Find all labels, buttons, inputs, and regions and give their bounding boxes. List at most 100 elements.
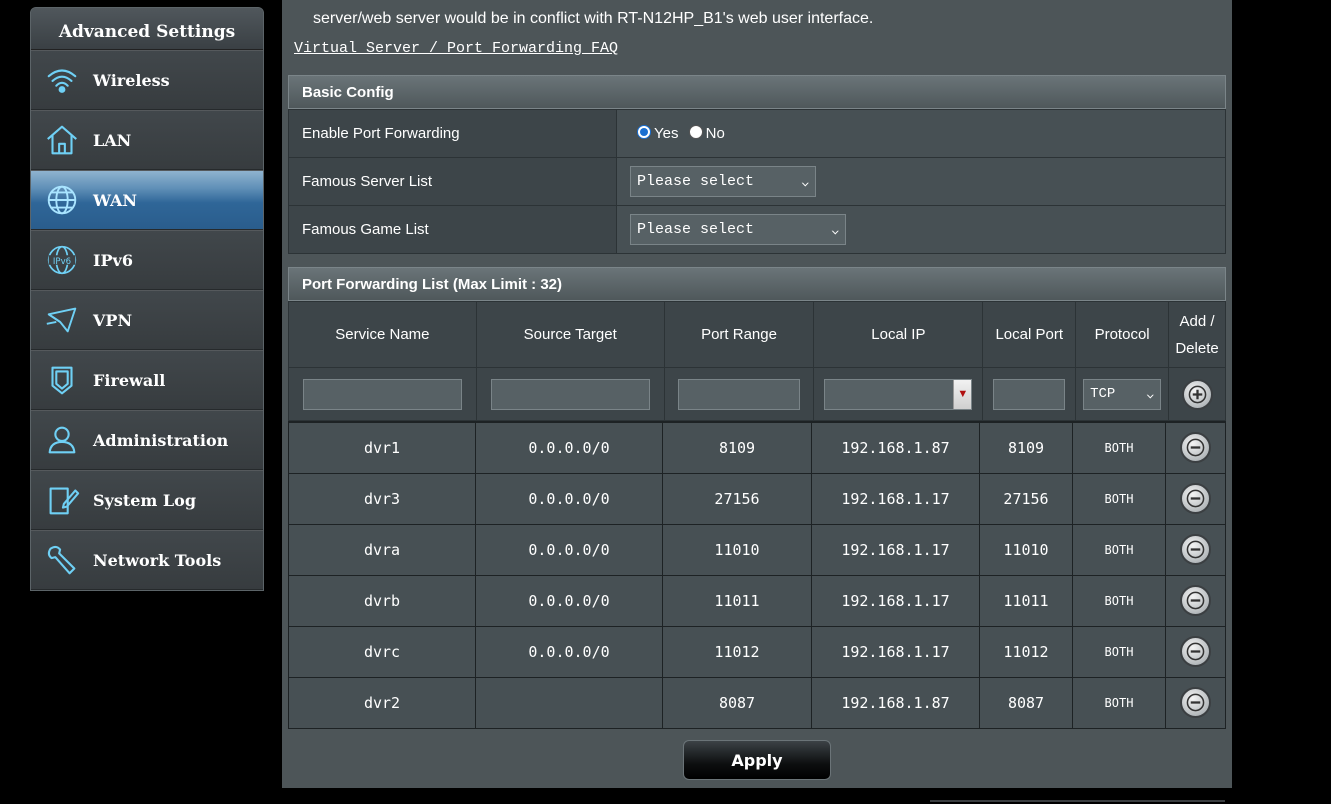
- cell-source-target: 0.0.0.0/0: [475, 472, 663, 525]
- table-row: dvr2 8087 192.168.1.87 8087 BOTH: [288, 676, 1226, 729]
- yes-label: Yes: [654, 125, 679, 142]
- delete-entry-button[interactable]: [1180, 432, 1211, 464]
- header-add-delete: Add / Delete: [1168, 301, 1226, 368]
- chevron-down-icon: ⌄: [831, 224, 841, 237]
- table-row: dvrb 0.0.0.0/0 11011 192.168.1.17 11011 …: [288, 574, 1226, 627]
- cell-protocol: BOTH: [1072, 523, 1166, 576]
- cell-protocol: BOTH: [1072, 421, 1166, 474]
- minus-icon: [1186, 489, 1205, 508]
- protocol-select[interactable]: TCP ⌄: [1083, 378, 1162, 410]
- cell-service-name: dvra: [288, 523, 476, 576]
- sidebar-item-network-tools[interactable]: Network Tools: [31, 530, 263, 590]
- cell-local-port: 8109: [979, 421, 1073, 474]
- sidebar-item-label: Network Tools: [93, 550, 222, 570]
- sidebar-item-label: VPN: [93, 310, 133, 330]
- cell-protocol: BOTH: [1072, 676, 1166, 729]
- dropdown-arrow-icon[interactable]: ▼: [953, 379, 972, 409]
- sidebar-item-lan[interactable]: LAN: [31, 110, 263, 170]
- delete-entry-button[interactable]: [1180, 636, 1211, 667]
- basic-config-section: Basic Config Enable Port Forwarding Yes …: [288, 75, 1226, 254]
- port-forwarding-rows: dvr1 0.0.0.0/0 8109 192.168.1.87 8109 BO…: [288, 421, 1226, 729]
- famous-server-list-label: Famous Server List: [288, 157, 617, 206]
- apply-button[interactable]: Apply: [683, 740, 831, 780]
- cell-source-target: 0.0.0.0/0: [475, 523, 663, 576]
- local-ip-input[interactable]: ▼: [824, 378, 973, 410]
- cell-service-name: dvr1: [288, 421, 476, 474]
- sidebar-item-ipv6[interactable]: IPv6 IPv6: [31, 230, 263, 290]
- add-entry-button[interactable]: [1181, 378, 1213, 410]
- source-target-input[interactable]: [490, 378, 650, 410]
- minus-icon: [1186, 438, 1205, 457]
- header-add-delete-line2: Delete: [1175, 339, 1219, 357]
- sidebar-item-label: WAN: [93, 190, 137, 210]
- no-label: No: [705, 125, 725, 142]
- sidebar-item-system-log[interactable]: System Log: [31, 470, 263, 530]
- cell-port-range: 27156: [662, 472, 812, 525]
- sidebar-item-wan[interactable]: WAN: [31, 170, 263, 230]
- cell-source-target: [475, 676, 663, 729]
- port-range-input[interactable]: [678, 378, 801, 410]
- cell-local-ip: 192.168.1.17: [811, 625, 980, 678]
- cell-port-range: 8087: [662, 676, 812, 729]
- header-service-name: Service Name: [288, 301, 477, 368]
- sidebar-item-firewall[interactable]: Firewall: [31, 350, 263, 410]
- delete-entry-button[interactable]: [1180, 585, 1211, 616]
- sidebar-item-administration[interactable]: Administration: [31, 410, 263, 470]
- ipv6-globe-icon: IPv6: [31, 230, 93, 290]
- minus-icon: [1186, 693, 1205, 712]
- basic-config-table: Enable Port Forwarding Yes No Famous Ser…: [288, 109, 1226, 254]
- header-protocol: Protocol: [1075, 301, 1170, 368]
- vpn-icon: [31, 290, 93, 350]
- delete-entry-button[interactable]: [1180, 483, 1211, 514]
- faq-link[interactable]: Virtual Server / Port Forwarding FAQ: [294, 40, 618, 57]
- cell-protocol: BOTH: [1072, 625, 1166, 678]
- shield-icon: [31, 350, 93, 410]
- delete-entry-button[interactable]: [1180, 534, 1211, 565]
- cell-protocol: BOTH: [1072, 472, 1166, 525]
- table-row: dvra 0.0.0.0/0 11010 192.168.1.17 11010 …: [288, 523, 1226, 576]
- enable-yes-radio[interactable]: [637, 125, 651, 139]
- port-forwarding-header-table: Service Name Source Target Port Range Lo…: [288, 301, 1226, 421]
- main-content-panel: server/web server would be in conflict w…: [282, 0, 1232, 788]
- cell-protocol: BOTH: [1072, 574, 1166, 627]
- sidebar-item-label: Administration: [93, 430, 229, 450]
- cell-service-name: dvr2: [288, 676, 476, 729]
- service-name-input[interactable]: [302, 378, 462, 410]
- svg-text:IPv6: IPv6: [53, 257, 71, 267]
- cell-port-range: 11011: [662, 574, 812, 627]
- globe-icon: [31, 170, 93, 230]
- description-text: server/web server would be in conflict w…: [313, 10, 874, 27]
- cell-port-range: 8109: [662, 421, 812, 474]
- header-port-range: Port Range: [663, 301, 815, 368]
- divider: [930, 800, 1225, 802]
- cell-local-ip: 192.168.1.87: [811, 676, 980, 729]
- cell-source-target: 0.0.0.0/0: [475, 625, 663, 678]
- sidebar-item-label: IPv6: [93, 250, 133, 270]
- header-local-ip: Local IP: [813, 301, 984, 368]
- cell-port-range: 11012: [662, 625, 812, 678]
- famous-server-select[interactable]: Please select ⌄: [630, 166, 816, 197]
- port-forwarding-list-title: Port Forwarding List (Max Limit : 32): [288, 267, 1226, 301]
- local-port-input[interactable]: [993, 378, 1066, 410]
- cell-source-target: 0.0.0.0/0: [475, 574, 663, 627]
- enable-no-radio[interactable]: [688, 125, 703, 139]
- port-forwarding-list-section: Port Forwarding List (Max Limit : 32) Se…: [288, 267, 1226, 729]
- home-icon: [31, 110, 93, 170]
- header-add-delete-line1: Add /: [1179, 312, 1215, 330]
- cell-port-range: 11010: [662, 523, 812, 576]
- wrench-icon: [31, 530, 93, 590]
- delete-entry-button[interactable]: [1180, 687, 1211, 718]
- cell-local-port: 11012: [979, 625, 1073, 678]
- protocol-select-value: TCP: [1090, 386, 1116, 402]
- famous-game-select[interactable]: Please select ⌄: [630, 214, 846, 245]
- sidebar-title: Advanced Settings: [31, 8, 263, 50]
- table-row: dvr3 0.0.0.0/0 27156 192.168.1.17 27156 …: [288, 472, 1226, 525]
- chevron-down-icon: ⌄: [801, 176, 811, 189]
- famous-game-select-value: Please select: [637, 221, 755, 238]
- document-edit-icon: [31, 470, 93, 530]
- sidebar-item-vpn[interactable]: VPN: [31, 290, 263, 350]
- plus-icon: [1188, 385, 1206, 403]
- cell-local-port: 27156: [979, 472, 1073, 525]
- sidebar-item-label: Firewall: [93, 370, 166, 390]
- sidebar-item-wireless[interactable]: Wireless: [31, 50, 263, 110]
